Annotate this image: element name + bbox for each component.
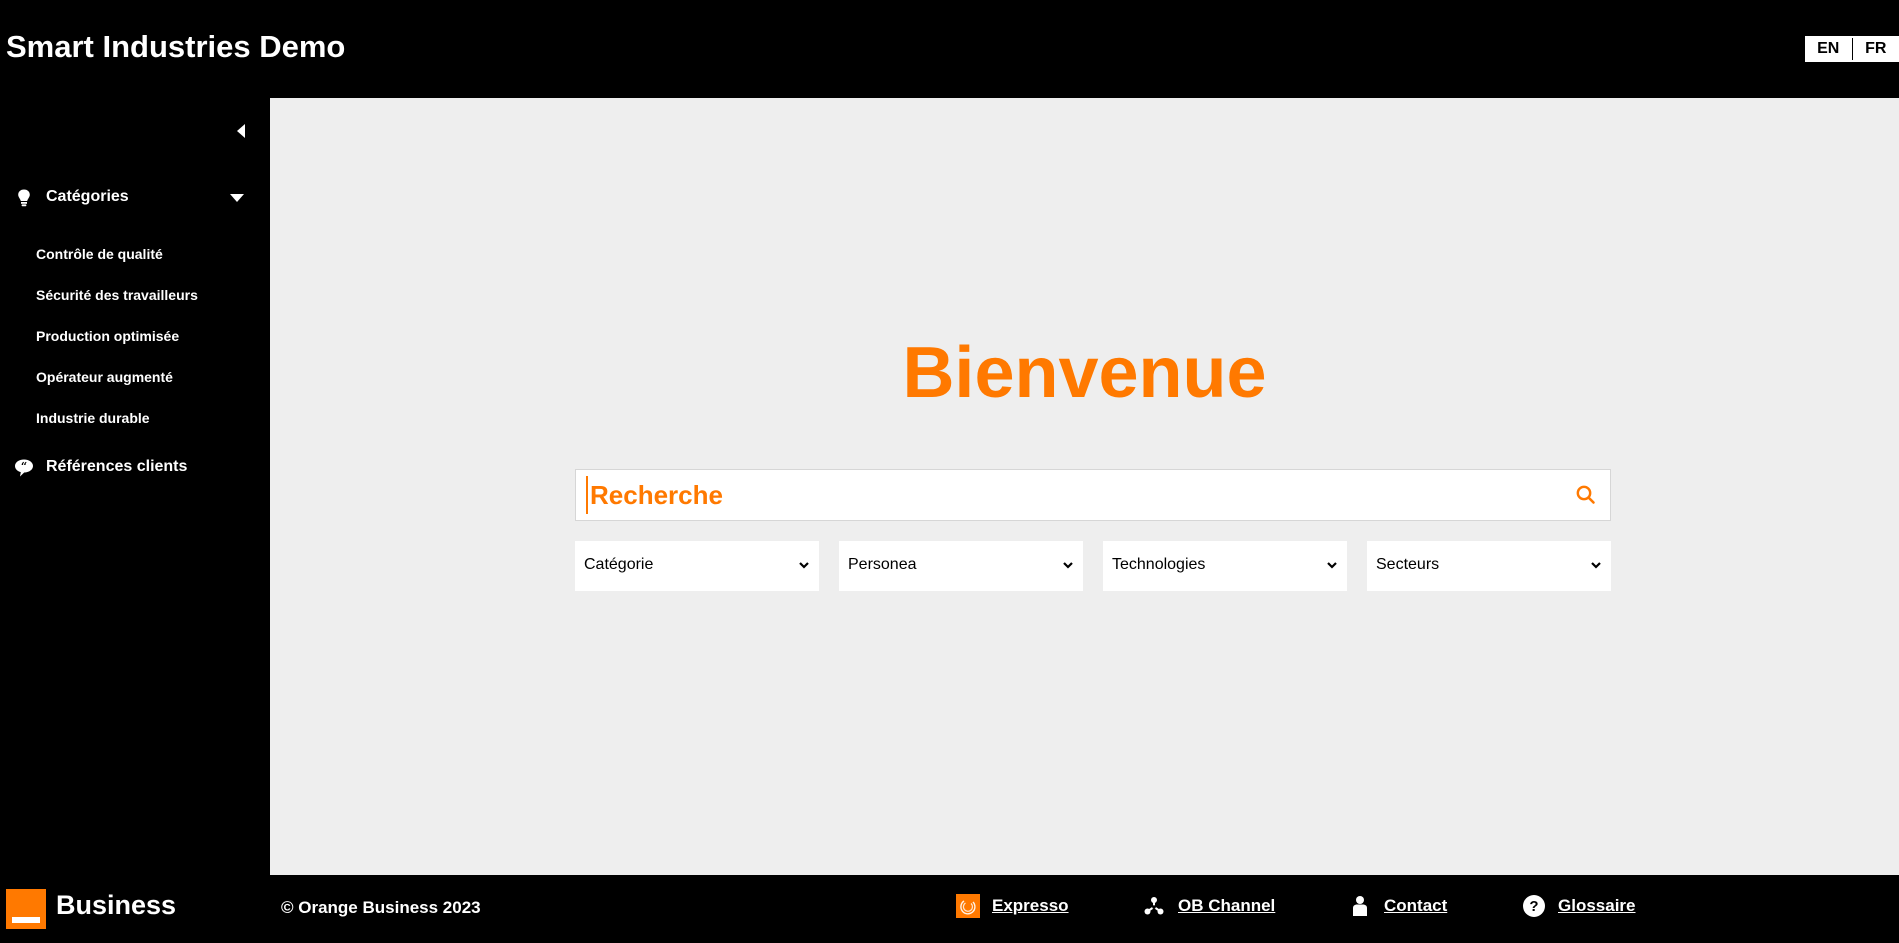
orange-logo	[6, 889, 46, 929]
search-box	[575, 469, 1611, 521]
collapse-sidebar-button[interactable]	[234, 122, 248, 140]
sidebar-item-controle-qualite[interactable]: Contrôle de qualité	[36, 246, 163, 262]
sidebar-categories-label: Catégories	[46, 188, 129, 205]
search-icon[interactable]	[1575, 484, 1597, 506]
persona-select[interactable]: Personea	[839, 541, 1083, 591]
footer-link-expresso[interactable]: Expresso	[956, 893, 1069, 919]
lightbulb-icon	[18, 189, 30, 207]
chevron-down-icon	[230, 194, 244, 202]
sidebar-item-industrie-durable[interactable]: Industrie durable	[36, 410, 150, 426]
chevron-down-icon	[1063, 562, 1073, 569]
network-icon	[1144, 897, 1164, 915]
category-select[interactable]: Catégorie	[575, 541, 819, 591]
sidebar-item-operateur-augmente[interactable]: Opérateur augmenté	[36, 369, 173, 385]
copyright: © Orange Business 2023	[281, 898, 481, 917]
question-circle-icon: ?	[1523, 895, 1545, 917]
footer-link-label: OB Channel	[1178, 896, 1276, 915]
lang-en-button[interactable]: EN	[1805, 40, 1852, 58]
chevron-down-icon	[799, 562, 809, 569]
persona-select-value: Personea	[848, 556, 917, 573]
footer-link-label: Glossaire	[1558, 896, 1636, 915]
footer-link-label: Expresso	[992, 896, 1069, 915]
quote-bubble-icon: “	[15, 459, 33, 477]
sidebar-references-label: Références clients	[46, 458, 188, 475]
top-header: Smart Industries Demo EN FR	[0, 0, 1899, 98]
sectors-select[interactable]: Secteurs	[1367, 541, 1611, 591]
person-icon	[1353, 896, 1367, 916]
technologies-select-value: Technologies	[1112, 556, 1206, 573]
filter-bar: Catégorie Personea Technologies Secteurs	[575, 541, 1611, 591]
main-content: Bienvenue Catégorie Personea Technologie…	[270, 98, 1899, 875]
footer: Business © Orange Business 2023 Expresso…	[0, 875, 1899, 943]
search-input[interactable]	[586, 476, 1546, 514]
sectors-select-value: Secteurs	[1376, 556, 1440, 573]
footer-link-label: Contact	[1384, 896, 1448, 915]
language-switcher: EN FR	[1805, 36, 1899, 62]
sidebar-item-production-optimisee[interactable]: Production optimisée	[36, 328, 179, 344]
chevron-down-icon	[1591, 562, 1601, 569]
welcome-heading: Bienvenue	[902, 333, 1267, 413]
brand-name: Business	[56, 890, 177, 920]
sidebar-categories-toggle[interactable]: Catégories	[0, 186, 270, 210]
expresso-icon	[956, 894, 980, 918]
technologies-select[interactable]: Technologies	[1103, 541, 1347, 591]
footer-link-glossaire[interactable]: ? Glossaire	[1522, 893, 1636, 919]
chevron-down-icon	[1327, 562, 1337, 569]
sidebar: Catégories Contrôle de qualité Sécurité …	[0, 98, 270, 875]
sidebar-item-securite-travailleurs[interactable]: Sécurité des travailleurs	[36, 287, 198, 303]
lang-fr-button[interactable]: FR	[1853, 40, 1899, 58]
footer-link-ob-channel[interactable]: OB Channel	[1142, 893, 1275, 919]
svg-text:“: “	[21, 460, 27, 473]
app-title: Smart Industries Demo	[6, 29, 346, 64]
footer-link-contact[interactable]: Contact	[1348, 893, 1447, 919]
sidebar-item-references-clients[interactable]: “ Références clients	[0, 456, 270, 480]
category-select-value: Catégorie	[584, 556, 654, 573]
svg-text:?: ?	[1529, 898, 1538, 915]
